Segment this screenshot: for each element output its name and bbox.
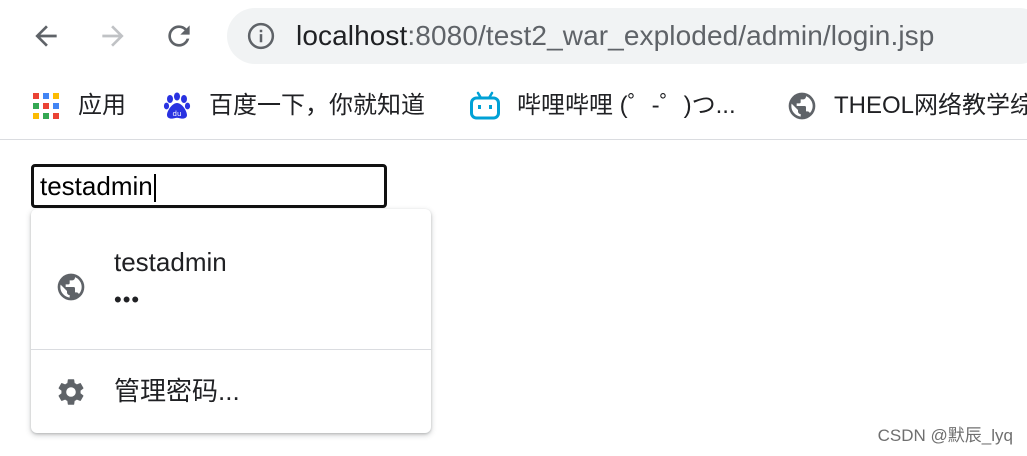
- globe-icon: [57, 273, 85, 301]
- manage-passwords-label: 管理密码...: [114, 376, 240, 406]
- info-icon: [247, 22, 275, 50]
- svg-text:du: du: [173, 110, 182, 118]
- username-input[interactable]: testadmin: [31, 164, 387, 208]
- saved-password-mask: •••: [114, 287, 141, 312]
- bookmark-apps[interactable]: 应用: [30, 86, 126, 126]
- gear-icon: [58, 379, 84, 405]
- bookmark-label: THEOL网络教学综: [834, 92, 1027, 119]
- site-info-button[interactable]: [245, 20, 277, 52]
- page-content: testadmin testadmin ••• 管理密码...: [0, 140, 1027, 456]
- bookmark-theol[interactable]: THEOL网络教学综: [786, 86, 1027, 126]
- bookmark-baidu[interactable]: du 百度一下，你就知道: [161, 86, 425, 126]
- apps-grid-icon: [30, 90, 62, 122]
- bookmark-label: 哔哩哔哩 (゜-゜)つ...: [517, 92, 736, 119]
- forward-button[interactable]: [91, 14, 135, 58]
- bookmarks-bar: 应用 du 百度一下，你就知道 哔哩哔哩 (゜-゜)つ... THEOL网络教学…: [0, 72, 1027, 140]
- browser-toolbar: localhost:8080/test2_war_exploded/admin/…: [0, 0, 1027, 72]
- text-caret: [153, 174, 156, 203]
- saved-credential-item[interactable]: testadmin •••: [31, 209, 431, 349]
- watermark: CSDN @默辰_lyq: [877, 426, 1013, 445]
- manage-passwords-item[interactable]: 管理密码...: [31, 350, 431, 433]
- baidu-paw-icon: du: [161, 90, 193, 122]
- bookmark-label: 百度一下，你就知道: [209, 92, 425, 119]
- bilibili-tv-icon: [469, 90, 501, 122]
- username-input-value: testadmin: [40, 171, 153, 201]
- reload-button[interactable]: [157, 14, 201, 58]
- arrow-right-icon: [102, 25, 124, 47]
- url-path: :8080/test2_war_exploded/admin/login.jsp: [407, 20, 935, 51]
- arrow-left-icon: [35, 25, 57, 47]
- back-button[interactable]: [24, 14, 68, 58]
- bookmark-label: 应用: [78, 92, 126, 119]
- bookmark-bilibili[interactable]: 哔哩哔哩 (゜-゜)つ...: [469, 86, 736, 126]
- saved-username: testadmin: [114, 247, 227, 277]
- address-bar[interactable]: localhost:8080/test2_war_exploded/admin/…: [227, 8, 1027, 64]
- globe-icon: [786, 90, 818, 122]
- url-host: localhost: [296, 20, 408, 51]
- reload-icon: [168, 25, 190, 47]
- autofill-dropdown: testadmin ••• 管理密码...: [31, 209, 431, 433]
- url-text: localhost:8080/test2_war_exploded/admin/…: [296, 19, 934, 53]
